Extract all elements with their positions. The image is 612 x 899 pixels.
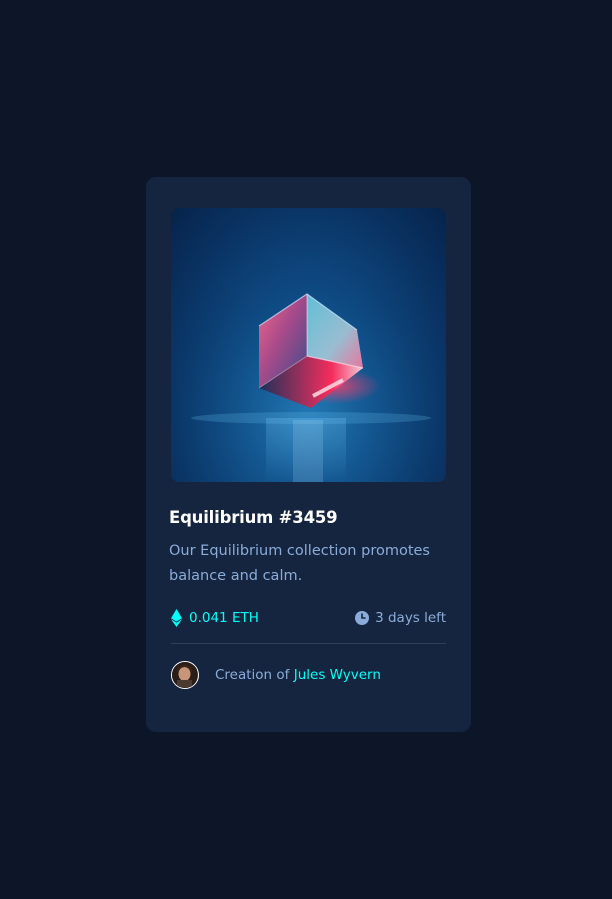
price: 0.041 ETH	[171, 609, 259, 627]
creator-row: Creation of Jules Wyvern	[171, 661, 446, 689]
nft-card: Equilibrium #3459 Our Equilibrium collec…	[146, 177, 471, 732]
avatar	[171, 661, 199, 689]
time-left: 3 days left	[355, 610, 446, 626]
nft-image[interactable]	[171, 208, 446, 482]
creator-text: Creation of Jules Wyvern	[215, 667, 381, 683]
time-left-value: 3 days left	[375, 610, 446, 626]
nft-stats: 0.041 ETH 3 days left	[171, 608, 446, 628]
equilibrium-cube-illustration	[171, 208, 446, 482]
creator-prefix: Creation of	[215, 667, 290, 683]
price-value: 0.041 ETH	[189, 610, 259, 626]
nft-description: Our Equilibrium collection promotes bala…	[169, 543, 430, 584]
clock-icon	[355, 611, 370, 625]
divider	[171, 643, 446, 644]
nft-title[interactable]: Equilibrium #3459	[169, 508, 446, 527]
creator-name-link[interactable]: Jules Wyvern	[294, 667, 381, 683]
ethereum-icon	[171, 609, 182, 627]
